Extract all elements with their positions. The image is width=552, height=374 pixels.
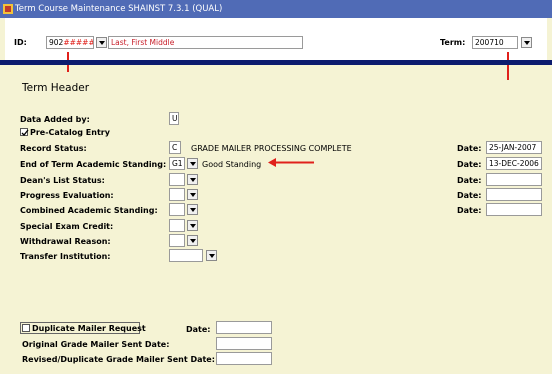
revised-mailer-label: Revised/Duplicate Grade Mailer Sent Date…	[22, 355, 215, 364]
date-label-1: Date:	[457, 144, 482, 153]
duplicate-mailer-checkbox[interactable]	[22, 324, 30, 332]
deans-list-field[interactable]	[169, 173, 185, 186]
chevron-down-icon	[190, 208, 196, 212]
transfer-institution-label: Transfer Institution:	[20, 252, 111, 261]
name-field: Last, First Middle	[108, 36, 303, 49]
combined-standing-label: Combined Academic Standing:	[20, 206, 158, 215]
withdrawal-reason-field[interactable]	[169, 234, 185, 247]
data-added-by-label: Data Added by:	[20, 115, 90, 124]
check-icon	[21, 129, 29, 136]
progress-eval-field[interactable]	[169, 188, 185, 201]
term-search-button[interactable]	[521, 37, 532, 48]
term-label: Term:	[440, 38, 466, 47]
term-input[interactable]: 200710	[472, 36, 518, 49]
record-status-date[interactable]: 25-JAN-2007	[486, 141, 542, 154]
pre-catalog-label: Pre-Catalog Entry	[30, 128, 110, 137]
record-status-label: Record Status:	[20, 144, 87, 153]
combined-standing-field[interactable]	[169, 203, 185, 216]
revised-mailer-date	[216, 352, 272, 365]
eot-standing-description: Good Standing	[202, 160, 262, 169]
chevron-down-icon	[524, 41, 530, 45]
withdrawal-reason-label: Withdrawal Reason:	[20, 237, 111, 246]
progress-eval-date[interactable]	[486, 188, 542, 201]
combined-standing-date[interactable]	[486, 203, 542, 216]
transfer-institution-dropdown[interactable]	[206, 250, 217, 261]
deans-list-label: Dean's List Status:	[20, 176, 105, 185]
special-exam-label: Special Exam Credit:	[20, 222, 114, 231]
chevron-down-icon	[190, 224, 196, 228]
duplicate-mailer-label: Duplicate Mailer Request	[32, 324, 146, 333]
mailer-date-label: Date:	[186, 325, 211, 334]
eot-standing-dropdown[interactable]	[187, 158, 198, 169]
id-masked: ######	[63, 38, 93, 47]
transfer-institution-field[interactable]	[169, 249, 203, 262]
title-bar: Term Course Maintenance SHAINST 7.3.1 (Q…	[0, 0, 552, 18]
id-value: 902	[49, 38, 64, 47]
record-status-field[interactable]: C	[169, 141, 181, 154]
form-window: Term Course Maintenance SHAINST 7.3.1 (Q…	[0, 0, 552, 374]
date-label-5: Date:	[457, 206, 482, 215]
special-exam-field[interactable]	[169, 219, 185, 232]
id-input[interactable]: 902######	[46, 36, 94, 49]
duplicate-mailer-box[interactable]: Duplicate Mailer Request	[20, 322, 146, 334]
pre-catalog-checkbox[interactable]	[20, 128, 29, 136]
chevron-down-icon	[209, 254, 215, 258]
window-title: Term Course Maintenance SHAINST 7.3.1 (Q…	[15, 4, 223, 14]
deans-list-date[interactable]	[486, 173, 542, 186]
chevron-down-icon	[99, 41, 105, 45]
withdrawal-reason-dropdown[interactable]	[187, 235, 198, 246]
id-search-button[interactable]	[96, 37, 107, 48]
original-mailer-label: Original Grade Mailer Sent Date:	[22, 340, 170, 349]
combined-standing-dropdown[interactable]	[187, 204, 198, 215]
eot-standing-field[interactable]: G1	[169, 157, 185, 170]
annotation-arrow-term	[507, 52, 509, 80]
app-icon	[3, 4, 13, 14]
chevron-down-icon	[190, 162, 196, 166]
progress-eval-dropdown[interactable]	[187, 189, 198, 200]
record-status-description: GRADE MAILER PROCESSING COMPLETE	[191, 144, 352, 153]
data-added-by-field: U	[169, 112, 179, 125]
chevron-down-icon	[190, 239, 196, 243]
annotation-arrow-standing	[268, 158, 314, 167]
date-label-4: Date:	[457, 191, 482, 200]
mailer-date-field[interactable]	[216, 321, 272, 334]
date-label-3: Date:	[457, 176, 482, 185]
deans-list-dropdown[interactable]	[187, 174, 198, 185]
eot-standing-date[interactable]: 13-DEC-2006	[486, 157, 542, 170]
special-exam-dropdown[interactable]	[187, 220, 198, 231]
chevron-down-icon	[190, 193, 196, 197]
date-label-2: Date:	[457, 160, 482, 169]
chevron-down-icon	[190, 178, 196, 182]
accent-bar	[0, 60, 552, 65]
id-label: ID:	[14, 38, 27, 47]
original-mailer-date	[216, 337, 272, 350]
eot-standing-label: End of Term Academic Standing:	[20, 160, 167, 169]
progress-eval-label: Progress Evaluation:	[20, 191, 114, 200]
section-title: Term Header	[22, 82, 90, 94]
